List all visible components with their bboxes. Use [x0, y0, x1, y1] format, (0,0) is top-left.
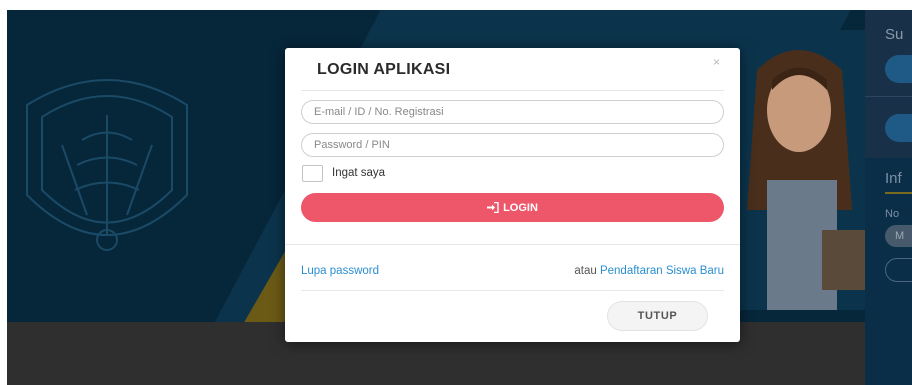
login-button-label: LOGIN: [503, 201, 538, 214]
sidebar-underline: [885, 192, 912, 194]
login-button[interactable]: LOGIN: [301, 193, 724, 222]
login-modal: LOGIN APLIKASI × Ingat saya LOGIN Lupa p…: [285, 48, 740, 342]
close-button[interactable]: TUTUP: [607, 301, 708, 331]
student-photo: [727, 30, 865, 310]
sidebar-button-2[interactable]: [885, 114, 912, 142]
sidebar-button-1[interactable]: [885, 55, 912, 83]
sidebar-label: No: [885, 208, 900, 220]
right-sidebar: Su Inf No M: [865, 10, 912, 385]
modal-title: LOGIN APLIKASI: [317, 61, 451, 78]
sign-in-icon: [487, 202, 499, 213]
sidebar-outline-button[interactable]: [885, 258, 912, 282]
modal-divider: [285, 244, 740, 245]
register-prefix: atau: [574, 265, 597, 277]
sidebar-pill[interactable]: M: [885, 225, 912, 247]
sidebar-info-title: Inf: [885, 170, 902, 187]
tut-wuri-handayani-logo: [26, 79, 188, 251]
sidebar-divider: [865, 96, 912, 97]
close-icon[interactable]: ×: [713, 56, 720, 68]
modal-footer-divider: [301, 290, 724, 291]
remember-me-checkbox[interactable]: [302, 165, 323, 182]
register-text: atau Pendaftaran Siswa Baru: [574, 265, 724, 277]
register-link[interactable]: Pendaftaran Siswa Baru: [600, 265, 724, 277]
remember-me-label: Ingat saya: [332, 167, 386, 179]
forgot-password-link[interactable]: Lupa password: [301, 265, 379, 277]
email-id-input[interactable]: [301, 100, 724, 124]
sidebar-title: Su: [885, 26, 904, 43]
modal-header-divider: [301, 90, 724, 91]
password-input[interactable]: [301, 133, 724, 157]
